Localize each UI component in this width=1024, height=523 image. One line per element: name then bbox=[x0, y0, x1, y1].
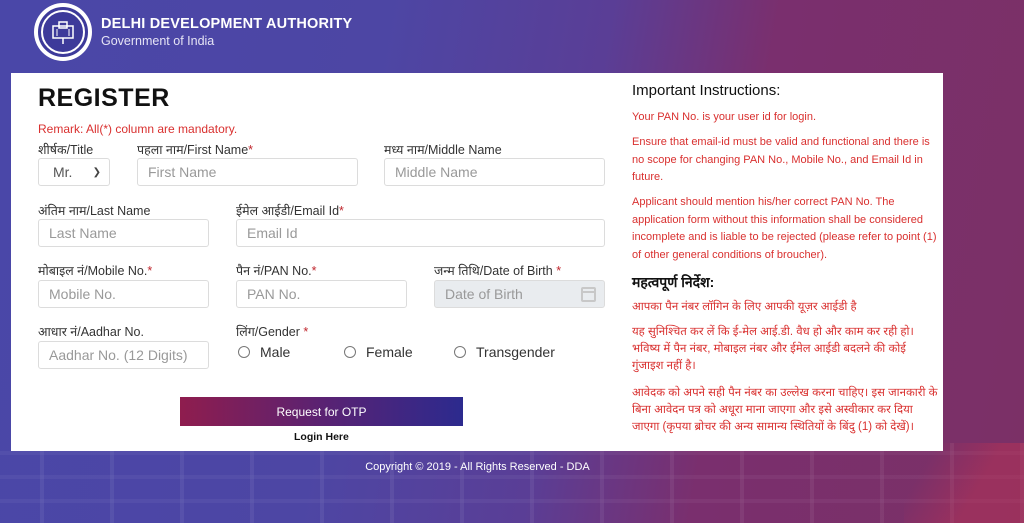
radio-circle-icon[interactable] bbox=[238, 346, 250, 358]
background-accent bbox=[904, 443, 1024, 523]
background-building bbox=[0, 443, 1024, 523]
instruction-en-3: Applicant should mention his/her correct… bbox=[632, 196, 937, 261]
aadhar-label: आधार नं/Aadhar No. bbox=[38, 325, 144, 339]
last-name-label: अंतिम नाम/Last Name bbox=[38, 204, 151, 218]
middle-name-label: मध्य नाम/Middle Name bbox=[384, 143, 502, 157]
gender-label: लिंग/Gender * bbox=[236, 325, 309, 339]
building-emblem-icon bbox=[52, 21, 74, 44]
dob-input[interactable]: Date of Birth bbox=[434, 280, 605, 308]
login-link[interactable]: Login Here bbox=[294, 431, 349, 443]
mobile-label: मोबाइल नं/Mobile No.* bbox=[38, 264, 153, 278]
calendar-icon[interactable] bbox=[581, 287, 596, 302]
pan-label: पैन नं/PAN No.* bbox=[236, 264, 317, 278]
org-subtitle: Government of India bbox=[101, 34, 215, 48]
first-name-label: पहला नाम/First Name* bbox=[137, 143, 254, 157]
radio-circle-icon[interactable] bbox=[454, 346, 466, 358]
chevron-down-icon: ❯ bbox=[92, 166, 101, 178]
email-input[interactable]: Email Id bbox=[236, 219, 605, 247]
aadhar-input[interactable]: Aadhar No. (12 Digits) bbox=[38, 341, 209, 369]
gender-radio-male[interactable]: Male bbox=[238, 344, 290, 360]
instruction-en-1: Your PAN No. is your user id for login. bbox=[632, 111, 817, 123]
title-select[interactable]: Mr. ❯ bbox=[38, 158, 110, 186]
radio-circle-icon[interactable] bbox=[344, 346, 356, 358]
title-label: शीर्षक/Title bbox=[38, 143, 94, 157]
instruction-en-2: Ensure that email-id must be valid and f… bbox=[632, 136, 930, 183]
pan-input[interactable]: PAN No. bbox=[236, 280, 407, 308]
email-label: ईमेल आईडी/Email Id* bbox=[236, 204, 344, 218]
org-name: DELHI DEVELOPMENT AUTHORITY bbox=[101, 16, 353, 32]
register-card: REGISTER Remark: All(*) column are manda… bbox=[11, 73, 943, 451]
last-name-input[interactable]: Last Name bbox=[38, 219, 209, 247]
mandatory-remark: Remark: All(*) column are mandatory. bbox=[38, 122, 238, 136]
footer-copyright: Copyright © 2019 - All Rights Reserved -… bbox=[365, 461, 590, 473]
instructions-hindi-title: महत्वपूर्ण निर्देश: bbox=[632, 274, 715, 290]
instruction-hi-3: आवेदक को अपने सही पैन नंबर का उल्लेख करन… bbox=[632, 387, 938, 433]
register-form: REGISTER Remark: All(*) column are manda… bbox=[11, 73, 621, 451]
instruction-hi-2: यह सुनिश्चित कर लें कि ई-मेल आई.डी. वैध … bbox=[632, 326, 914, 372]
site-header: DELHI DEVELOPMENT AUTHORITY Government o… bbox=[34, 3, 352, 61]
title-select-value: Mr. bbox=[53, 164, 73, 180]
instructions-title: Important Instructions: bbox=[632, 82, 781, 99]
first-name-input[interactable]: First Name bbox=[137, 158, 358, 186]
gender-radio-female[interactable]: Female bbox=[344, 344, 413, 360]
request-otp-button[interactable]: Request for OTP bbox=[180, 397, 463, 426]
page-title: REGISTER bbox=[38, 84, 170, 112]
middle-name-input[interactable]: Middle Name bbox=[384, 158, 605, 186]
dda-logo bbox=[34, 3, 92, 61]
dob-label: जन्म तिथि/Date of Birth * bbox=[434, 264, 562, 278]
instruction-hi-1: आपका पैन नंबर लॉगिन के लिए आपकी यूज़र आई… bbox=[632, 301, 857, 313]
mobile-input[interactable]: Mobile No. bbox=[38, 280, 209, 308]
gender-radio-transgender[interactable]: Transgender bbox=[454, 344, 555, 360]
